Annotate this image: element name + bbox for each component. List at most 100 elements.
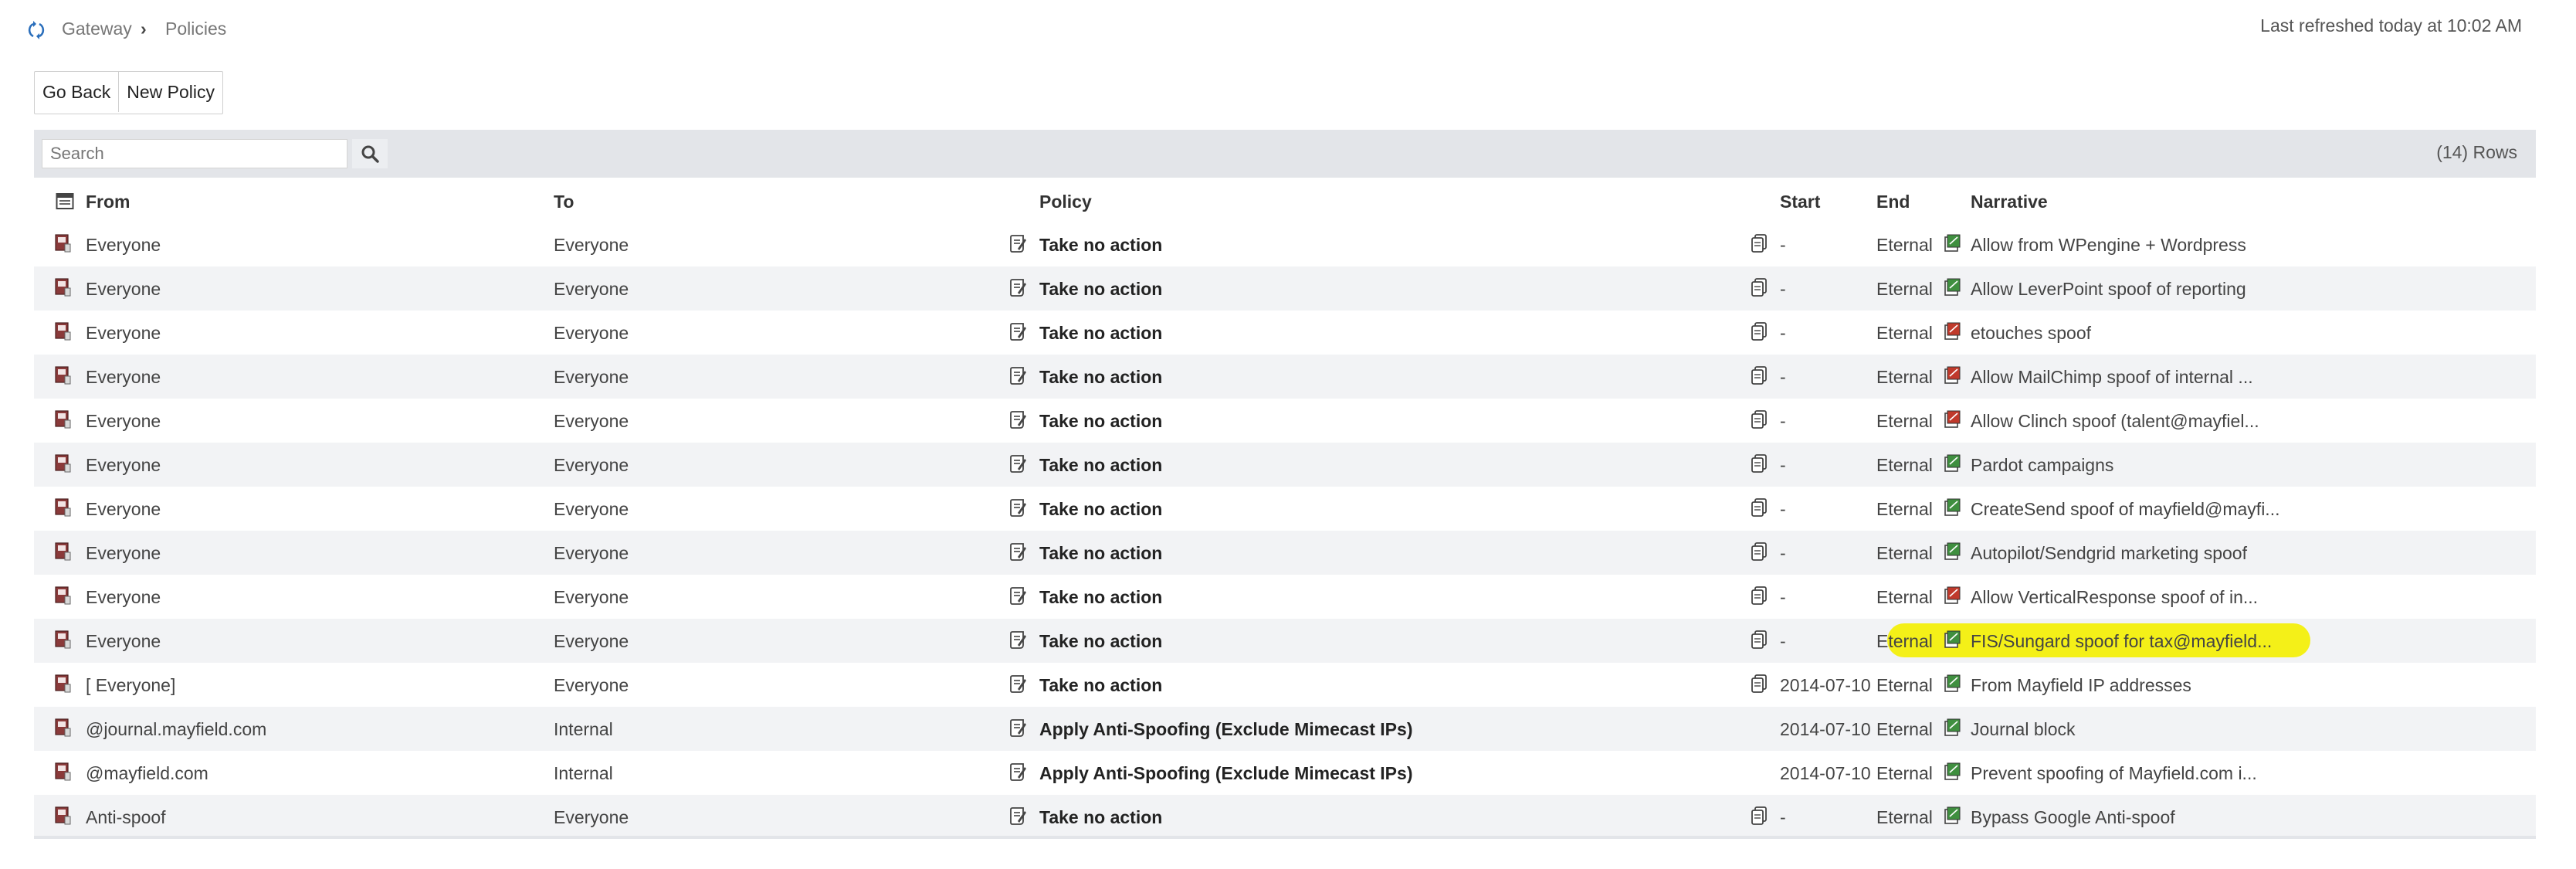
edit-scroll-icon[interactable] [1009, 718, 1026, 738]
copy-document-icon[interactable] [1751, 806, 1768, 826]
cell-policy[interactable]: Take no action [1039, 411, 1162, 432]
cell-to: Internal [554, 719, 613, 739]
cell-start: 2014-07-10 [1780, 675, 1871, 695]
green-note-icon[interactable] [1944, 277, 1961, 297]
refresh-icon[interactable] [26, 20, 46, 40]
red-book-icon [54, 233, 71, 253]
green-note-icon[interactable] [1944, 762, 1961, 782]
copy-document-icon[interactable] [1751, 630, 1768, 650]
edit-scroll-icon[interactable] [1009, 409, 1026, 429]
edit-scroll-icon[interactable] [1009, 541, 1026, 562]
green-note-icon[interactable] [1944, 674, 1961, 694]
copy-document-icon[interactable] [1751, 321, 1768, 341]
cell-narrative: Pardot campaigns [1971, 455, 2114, 475]
copy-document-icon[interactable] [1751, 409, 1768, 429]
cell-policy[interactable]: Take no action [1039, 235, 1162, 256]
green-note-icon[interactable] [1944, 718, 1961, 738]
cell-policy[interactable]: Take no action [1039, 631, 1162, 652]
edit-scroll-icon[interactable] [1009, 321, 1026, 341]
breadcrumb-gateway[interactable]: Gateway [62, 19, 132, 39]
copy-document-icon[interactable] [1751, 233, 1768, 253]
table-row[interactable]: [ Everyone] Everyone Take no action 2014-07… [34, 663, 2536, 707]
cell-policy[interactable]: Take no action [1039, 543, 1162, 564]
copy-document-icon[interactable] [1751, 586, 1768, 606]
cell-end: Eternal [1876, 411, 1933, 431]
copy-document-icon[interactable] [1751, 674, 1768, 694]
green-note-icon[interactable] [1944, 630, 1961, 650]
column-header-end[interactable]: End [1876, 192, 1910, 212]
red-note-icon[interactable] [1944, 321, 1961, 341]
cell-policy[interactable]: Take no action [1039, 455, 1162, 476]
breadcrumb-policies: Policies [165, 19, 227, 39]
table-row[interactable]: Everyone Everyone Take no action - Eternal Pa… [34, 443, 2536, 487]
copy-document-icon[interactable] [1751, 365, 1768, 385]
edit-scroll-icon[interactable] [1009, 762, 1026, 782]
red-note-icon[interactable] [1944, 586, 1961, 606]
copy-document-icon[interactable] [1751, 497, 1768, 518]
green-note-icon[interactable] [1944, 453, 1961, 474]
go-back-button[interactable]: Go Back [35, 72, 118, 112]
cell-policy[interactable]: Take no action [1039, 367, 1162, 388]
cell-policy[interactable]: Take no action [1039, 499, 1162, 520]
table-row[interactable]: Everyone Everyone Take no action - Eternal Al… [34, 399, 2536, 443]
cell-policy[interactable]: Apply Anti-Spoofing (Exclude Mimecast IP… [1039, 763, 1412, 784]
red-note-icon[interactable] [1944, 409, 1961, 429]
cell-to: Everyone [554, 367, 629, 387]
green-note-icon[interactable] [1944, 806, 1961, 826]
cell-policy[interactable]: Take no action [1039, 807, 1162, 828]
green-note-icon[interactable] [1944, 541, 1961, 562]
search-button[interactable] [352, 139, 388, 168]
cell-narrative: Allow LeverPoint spoof of reporting [1971, 279, 2246, 299]
table-row[interactable]: Everyone Everyone Take no action - Eternal et… [34, 311, 2536, 355]
edit-scroll-icon[interactable] [1009, 497, 1026, 518]
copy-document-icon[interactable] [1751, 541, 1768, 562]
edit-scroll-icon[interactable] [1009, 630, 1026, 650]
copy-document-icon[interactable] [1751, 277, 1768, 297]
cell-from: Everyone [86, 587, 161, 607]
new-policy-button[interactable]: New Policy [118, 72, 222, 112]
red-note-icon[interactable] [1944, 365, 1961, 385]
edit-scroll-icon[interactable] [1009, 365, 1026, 385]
table-row[interactable]: Everyone Everyone Take no action - Eternal FI… [34, 619, 2536, 663]
policies-table: From To Policy Start End Narrative Every… [34, 179, 2536, 839]
table-row[interactable]: Anti-spoof Everyone Take no action - Eternal… [34, 795, 2536, 839]
column-header-narrative[interactable]: Narrative [1971, 192, 2048, 212]
table-row[interactable]: Everyone Everyone Take no action - Eternal Al… [34, 222, 2536, 266]
cell-to: Everyone [554, 587, 629, 607]
edit-scroll-icon[interactable] [1009, 806, 1026, 826]
table-row[interactable]: @mayfield.com Internal Apply Anti-Spoofing… [34, 751, 2536, 795]
edit-scroll-icon[interactable] [1009, 586, 1026, 606]
cell-narrative: Allow VerticalResponse spoof of in... [1971, 587, 2259, 607]
table-row[interactable]: Everyone Everyone Take no action - Eternal Al… [34, 575, 2536, 619]
table-row[interactable]: Everyone Everyone Take no action - Eternal Al… [34, 355, 2536, 399]
red-book-icon [54, 453, 71, 474]
calendar-icon[interactable] [56, 192, 74, 210]
cell-end: Eternal [1876, 719, 1933, 739]
column-header-from[interactable]: From [86, 192, 130, 212]
cell-policy[interactable]: Take no action [1039, 675, 1162, 696]
column-header-policy[interactable]: Policy [1039, 192, 1092, 212]
cell-start: - [1780, 279, 1786, 299]
search-input[interactable] [42, 139, 347, 168]
cell-policy[interactable]: Take no action [1039, 587, 1162, 608]
green-note-icon[interactable] [1944, 233, 1961, 253]
action-buttons: Go Back New Policy [34, 71, 223, 114]
edit-scroll-icon[interactable] [1009, 453, 1026, 474]
table-row[interactable]: Everyone Everyone Take no action - Eternal Cr… [34, 487, 2536, 531]
copy-document-icon[interactable] [1751, 453, 1768, 474]
column-header-to[interactable]: To [554, 192, 574, 212]
green-note-icon[interactable] [1944, 497, 1961, 518]
cell-start: - [1780, 631, 1786, 651]
edit-scroll-icon[interactable] [1009, 233, 1026, 253]
edit-scroll-icon[interactable] [1009, 277, 1026, 297]
cell-from: Everyone [86, 455, 161, 475]
table-row[interactable]: Everyone Everyone Take no action - Eternal Au… [34, 531, 2536, 575]
cell-policy[interactable]: Take no action [1039, 323, 1162, 344]
cell-start: - [1780, 323, 1786, 343]
edit-scroll-icon[interactable] [1009, 674, 1026, 694]
cell-policy[interactable]: Apply Anti-Spoofing (Exclude Mimecast IP… [1039, 719, 1412, 740]
cell-policy[interactable]: Take no action [1039, 279, 1162, 300]
table-row[interactable]: @journal.mayfield.com Internal Apply Anti-… [34, 707, 2536, 751]
table-row[interactable]: Everyone Everyone Take no action - Eternal Al… [34, 266, 2536, 311]
column-header-start[interactable]: Start [1780, 192, 1820, 212]
